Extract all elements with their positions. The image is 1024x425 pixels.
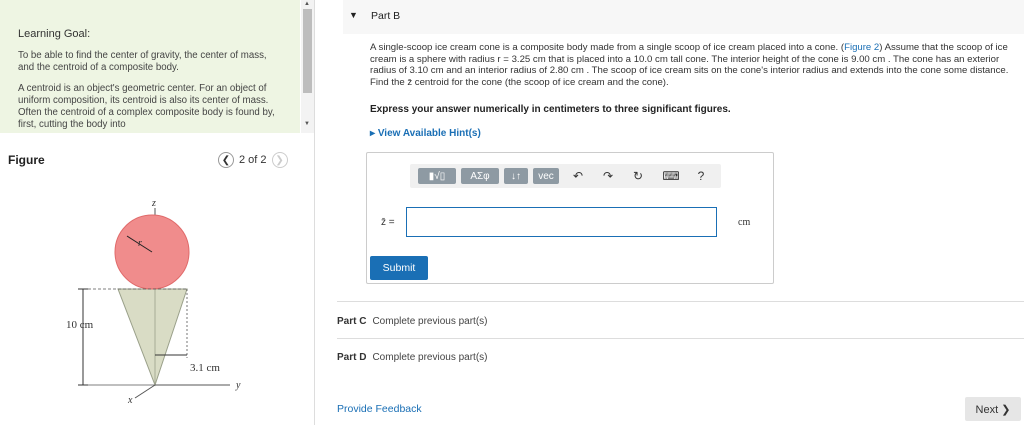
right-panel: ▼ Part B A single-scoop ice cream cone i… [315, 0, 1024, 425]
submit-button[interactable]: Submit [370, 256, 428, 280]
view-hints-link[interactable]: ▸ View Available Hint(s) [370, 128, 481, 139]
collapse-caret-icon[interactable]: ▼ [349, 10, 358, 20]
z-axis-label: z [151, 198, 156, 209]
scroll-up-arrow-icon[interactable]: ▲ [304, 1, 310, 7]
next-button[interactable]: Next ❯ [965, 397, 1021, 421]
vector-button[interactable]: vec [533, 168, 559, 184]
part-d-status: Complete previous part(s) [372, 352, 488, 363]
unit-label: cm [738, 217, 751, 228]
keyboard-icon[interactable]: ⌨ [662, 168, 680, 184]
part-c-label: Part C [337, 316, 367, 327]
math-toolbar: ▮√▯ ΑΣφ ↓↑ vec ↶ ↷ ↻ ⌨ ? [410, 164, 721, 188]
cone-radius-label: 3.1 cm [190, 362, 220, 374]
help-icon[interactable]: ? [694, 168, 708, 184]
answer-instruction: Express your answer numerically in centi… [370, 104, 731, 115]
part-c-status: Complete previous part(s) [372, 316, 488, 327]
x-axis [134, 384, 156, 399]
figure-link[interactable]: Figure 2 [844, 42, 879, 53]
figure-title: Figure [8, 153, 45, 167]
next-figure-button[interactable]: ❯ [271, 152, 288, 168]
part-d-label: Part D [337, 352, 367, 363]
part-c-row[interactable]: Part C Complete previous part(s) [337, 316, 488, 327]
previous-figure-button[interactable]: ❮ [218, 152, 234, 168]
learning-goal-title: Learning Goal: [18, 28, 91, 40]
learning-goal-paragraph-2: A centroid is an object's geometric cent… [18, 83, 275, 130]
scroll-thumb[interactable] [303, 9, 312, 93]
problem-text-start: A single-scoop ice cream cone is a compo… [370, 42, 845, 53]
templates-button[interactable]: ▮√▯ [418, 168, 456, 184]
learning-goal-paragraph-1: To be able to find the center of gravity… [18, 50, 267, 73]
provide-feedback-link[interactable]: Provide Feedback [337, 403, 422, 415]
cone-shape [117, 288, 188, 387]
y-axis-label: y [235, 380, 241, 391]
figure-counter: 2 of 2 [239, 154, 267, 166]
part-d-row[interactable]: Part D Complete previous part(s) [337, 352, 488, 363]
figure-navigation: ❮ 2 of 2 ❯ [218, 152, 288, 168]
z-bar-label: z̄ = [381, 217, 395, 228]
reset-icon[interactable]: ↻ [630, 168, 646, 184]
redo-icon[interactable]: ↷ [600, 168, 616, 184]
problem-statement: A single-scoop ice cream cone is a compo… [370, 42, 1020, 88]
answer-input[interactable] [406, 207, 717, 237]
learning-goal-panel: Learning Goal: To be able to find the ce… [0, 0, 300, 133]
ice-cream-cone-figure: z r 10 cm 3.1 cm x y [66, 198, 241, 406]
part-b-header[interactable]: ▼ Part B [343, 0, 1024, 34]
part-b-title: Part B [371, 10, 401, 22]
divider-part-d [337, 338, 1024, 339]
greek-symbols-button[interactable]: ΑΣφ [461, 168, 499, 184]
divider-part-c [337, 301, 1024, 302]
view-hints-label: View Available Hint(s) [377, 128, 481, 139]
sort-button[interactable]: ↓↑ [504, 168, 528, 184]
radius-label: r [138, 238, 142, 249]
learning-goal-scrollbar[interactable]: ▲ ▼ [301, 0, 314, 133]
undo-icon[interactable]: ↶ [570, 168, 586, 184]
left-panel: Learning Goal: To be able to find the ce… [0, 0, 314, 425]
scroll-down-arrow-icon[interactable]: ▼ [304, 121, 310, 127]
x-axis-label: x [127, 395, 133, 406]
height-label: 10 cm [66, 319, 94, 331]
